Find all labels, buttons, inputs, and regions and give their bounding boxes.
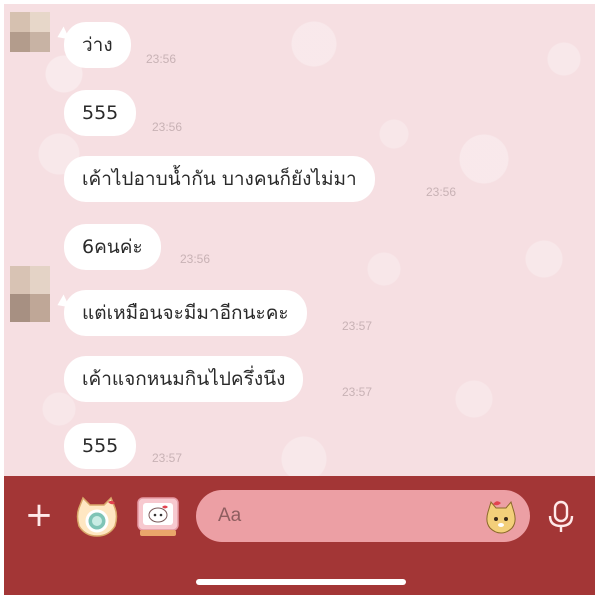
message-text: เค้าไปอาบน้ำกัน บางคนก็ยังไม่มา (82, 168, 357, 190)
message-bubble[interactable]: เค้าไปอาบน้ำกัน บางคนก็ยังไม่มา (64, 156, 375, 202)
message-timestamp: 23:57 (342, 385, 373, 399)
sticker-icon[interactable] (484, 498, 518, 534)
message-text: เค้าแจกหนมกินไปครึ่งนึง (82, 368, 286, 390)
message-bubble[interactable]: เค้าแจกหนมกินไปครึ่งนึง (64, 356, 304, 402)
message-text: แต่เหมือนจะมีมาอีกนะคะ (82, 302, 289, 324)
message-timestamp: 23:56 (152, 120, 183, 134)
message-text: 555 (82, 435, 119, 457)
message-bubble[interactable]: 6คนค่ะ (64, 224, 161, 270)
message-timestamp: 23:56 (180, 252, 211, 266)
message-input-placeholder: Aa (218, 505, 242, 526)
message-input-bar: + Aa (4, 476, 595, 595)
plus-icon[interactable]: + (24, 498, 54, 532)
chat-screen: ว่าง 23:56 555 23:56 เค้าไปอาบน้ำกัน บาง… (4, 4, 595, 595)
sender-avatar[interactable] (10, 266, 50, 322)
message-bubble[interactable]: 555 (64, 90, 137, 136)
microphone-icon[interactable] (546, 500, 576, 534)
message-bubble[interactable]: แต่เหมือนจะมีมาอีกนะคะ (64, 290, 307, 336)
message-input[interactable]: Aa (196, 490, 530, 542)
message-bubble[interactable]: ว่าง (64, 22, 131, 68)
message-timestamp: 23:57 (342, 319, 373, 333)
sender-avatar[interactable] (10, 12, 50, 52)
home-indicator[interactable] (196, 579, 406, 585)
message-timestamp: 23:56 (426, 185, 457, 199)
camera-icon[interactable] (74, 496, 120, 538)
message-bubble[interactable]: 555 (64, 423, 137, 469)
message-text: 555 (82, 102, 119, 124)
message-timestamp: 23:57 (152, 451, 183, 465)
photo-icon[interactable] (135, 496, 181, 538)
message-timestamp: 23:56 (146, 52, 177, 66)
message-text: ว่าง (82, 34, 113, 56)
message-text: 6คนค่ะ (82, 236, 143, 258)
